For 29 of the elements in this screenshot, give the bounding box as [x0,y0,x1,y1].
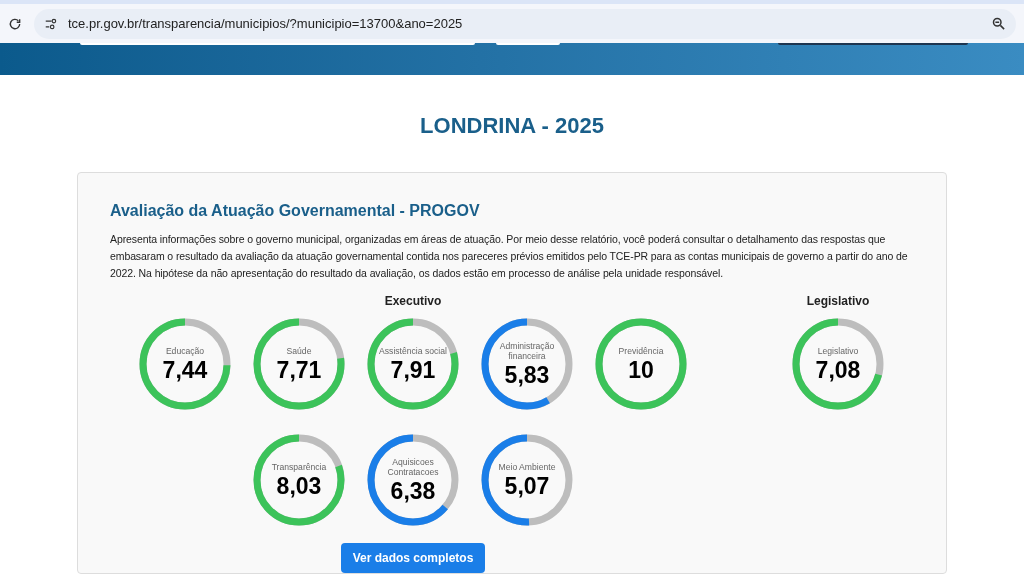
gauge-label: Administração financeira [498,341,556,361]
view-full-data-button[interactable]: Ver dados completos [340,543,486,573]
gauge-score: 7,08 [815,356,861,384]
gauge-score: 7,71 [276,356,322,384]
gauge-score: 10 [628,356,654,384]
gauge-score: 6,38 [390,477,436,505]
gauge-label: Transparência [270,462,328,472]
gauge-score: 7,91 [390,356,436,384]
gauge-score: 5,07 [504,472,550,500]
zoom-icon[interactable] [991,16,1006,32]
gauge-label: Previdência [617,346,665,356]
section-heading: Executivo [384,293,442,310]
gauge-label: Meio Ambiente [497,462,557,472]
card-description: Apresenta informações sobre o governo municipal, organizadas em áreas de atuação. Por meio desse relatório, você poderá consultar o detalhamento das respostas que embasaram o resultado da avaliação da atuação governamental contida nos pareceres prévios emitidos pelo TCE-PR para as contas municipais de governo a partir do ano de 2022. Na hipótese da não apresentação do resultado da avaliação, os dados estão em processo de análise pela unidade responsável. [110,232,909,281]
gauge-label: Educação [164,346,206,356]
gauge-label: Assistência social [378,346,448,356]
url-text: tce.pr.gov.br/transparencia/municipios/?municipio=13700&ano=2025 [68,14,464,33]
section-heading: Legislativo [806,293,870,310]
card-title: Avaliação da Atuação Governamental - PROGOV [110,201,481,221]
site-settings-icon[interactable] [44,16,58,31]
address-bar[interactable]: tce.pr.gov.br/transparencia/municipios/?municipio=13700&ano=2025 [34,8,1016,39]
gauge-score: 7,44 [162,356,208,384]
gauge-score: 5,83 [504,361,550,389]
page-title: LONDRINA - 2025 [419,112,605,140]
gauge-label: Legislativo [816,346,860,356]
reload-icon[interactable] [8,16,22,31]
gauge-label: Saúde [285,346,313,356]
gauge-label: Aquisicoes Contratacoes [386,457,440,477]
gauge-score: 8,03 [276,472,322,500]
